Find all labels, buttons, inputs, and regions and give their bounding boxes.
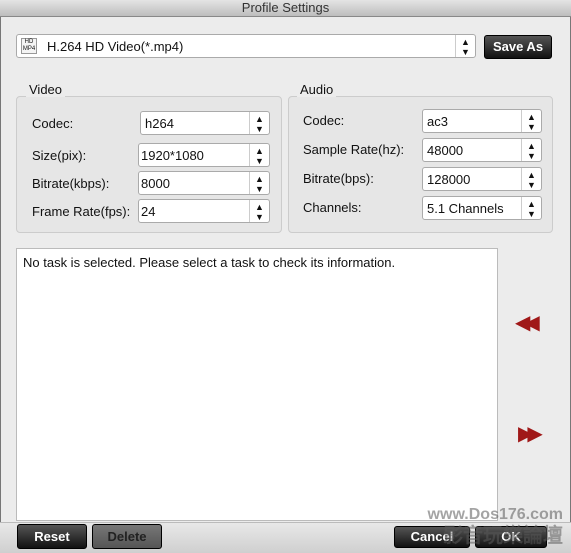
task-info-text: No task is selected. Please select a tas… <box>23 255 396 270</box>
audio-samplerate-label: Sample Rate(hz): <box>303 142 405 157</box>
up-down-arrows-icon: ▲ ▼ <box>249 172 269 194</box>
up-down-arrows-icon: ▲ ▼ <box>249 144 269 166</box>
video-bitrate-value: 8000 <box>141 176 170 191</box>
watermark-url: www.Dos176.com <box>427 506 563 523</box>
delete-button[interactable]: Delete <box>92 524 162 549</box>
up-down-arrows-icon: ▲ ▼ <box>455 35 475 57</box>
up-down-arrows-icon: ▲ ▼ <box>521 168 541 190</box>
video-framerate-combo[interactable]: 24 ▲ ▼ <box>138 199 270 223</box>
up-down-arrows-icon: ▲ ▼ <box>249 200 269 222</box>
video-title: Video <box>26 82 66 97</box>
audio-channels-value: 5.1 Channels <box>427 201 504 216</box>
video-bitrate-label: Bitrate(kbps): <box>32 176 110 191</box>
save-as-button[interactable]: Save As <box>484 35 552 59</box>
up-down-arrows-icon: ▲ ▼ <box>521 139 541 161</box>
window-title: Profile Settings <box>0 0 571 17</box>
audio-samplerate-select[interactable]: 48000 ▲ ▼ <box>422 138 542 162</box>
video-framerate-label: Frame Rate(fps): <box>32 204 131 219</box>
watermark-text: 影音玩樂論壇 <box>443 525 563 547</box>
video-size-label: Size(pix): <box>32 148 87 163</box>
up-down-arrows-icon: ▲ ▼ <box>521 110 541 132</box>
audio-bitrate-value: 128000 <box>427 172 471 187</box>
profile-select[interactable]: HD MP4 H.264 HD Video(*.mp4) ▲ ▼ <box>16 34 476 58</box>
watermark: www.Dos176.com 影音玩樂論壇 <box>428 506 563 548</box>
video-size-combo[interactable]: 1920*1080 ▲ ▼ <box>138 143 270 167</box>
video-framerate-value: 24 <box>141 204 156 219</box>
up-down-arrows-icon: ▲ ▼ <box>521 197 541 219</box>
audio-codec-value: ac3 <box>427 114 448 129</box>
audio-bitrate-select[interactable]: 128000 ▲ ▼ <box>422 167 542 191</box>
video-codec-label: Codec: <box>32 116 74 131</box>
up-down-arrows-icon: ▲ ▼ <box>249 112 269 134</box>
task-info-panel: No task is selected. Please select a tas… <box>16 248 498 521</box>
audio-bitrate-label: Bitrate(bps): <box>303 171 374 186</box>
audio-codec-label: Codec: <box>303 113 345 128</box>
video-size-value: 1920*1080 <box>141 148 204 163</box>
previous-arrow-icon[interactable]: ◀◀ <box>515 310 540 335</box>
hd-mp4-icon: HD MP4 <box>21 38 37 54</box>
audio-channels-select[interactable]: 5.1 Channels ▲ ▼ <box>422 196 542 220</box>
audio-samplerate-value: 48000 <box>427 143 464 158</box>
video-bitrate-combo[interactable]: 8000 ▲ ▼ <box>138 171 270 195</box>
audio-codec-select[interactable]: ac3 ▲ ▼ <box>422 109 542 133</box>
video-codec-value: h264 <box>145 116 174 131</box>
audio-title: Audio <box>297 82 337 97</box>
audio-channels-label: Channels: <box>303 200 362 215</box>
video-codec-select[interactable]: h264 ▲ ▼ <box>140 111 270 135</box>
reset-button[interactable]: Reset <box>17 524 87 549</box>
profile-value: H.264 HD Video(*.mp4) <box>47 39 184 54</box>
next-arrow-icon[interactable]: ▶▶ <box>518 421 543 446</box>
